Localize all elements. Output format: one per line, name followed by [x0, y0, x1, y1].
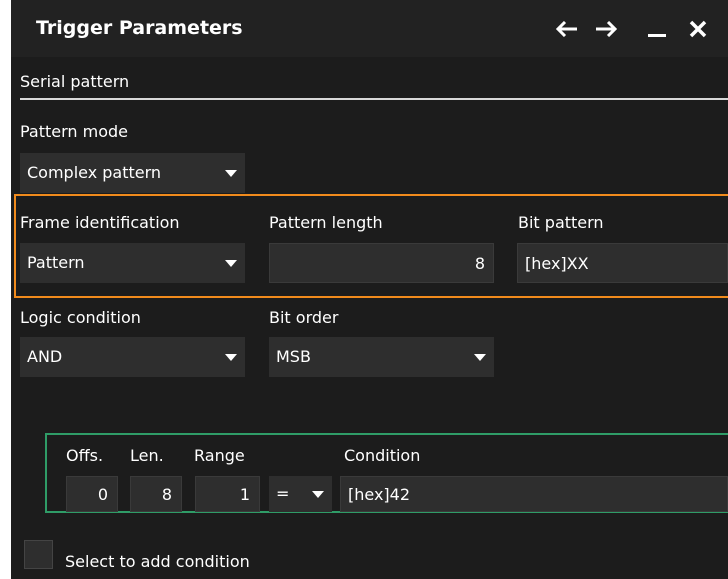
frame-identification-dropdown[interactable]: Pattern	[20, 243, 245, 283]
pattern-length-field[interactable]: 8	[269, 243, 494, 283]
chevron-down-icon	[225, 260, 237, 267]
bit-pattern-field[interactable]: [hex]XX	[517, 243, 728, 283]
len-field[interactable]: 8	[130, 476, 182, 512]
logic-condition-label: Logic condition	[20, 308, 141, 327]
logic-condition-value: AND	[27, 347, 63, 366]
bit-order-value: MSB	[276, 347, 311, 366]
title-bar[interactable]: Trigger Parameters	[11, 0, 728, 57]
offs-value: 0	[97, 485, 108, 504]
offs-field[interactable]: 0	[66, 476, 118, 512]
section-divider	[20, 98, 728, 100]
minimize-icon[interactable]	[642, 12, 672, 46]
range-field[interactable]: 1	[195, 476, 260, 512]
len-header: Len.	[130, 446, 164, 465]
pattern-mode-label: Pattern mode	[20, 122, 129, 141]
add-condition-label: Select to add condition	[65, 552, 250, 571]
pattern-mode-dropdown[interactable]: Complex pattern	[20, 153, 245, 193]
frame-identification-value: Pattern	[27, 253, 85, 272]
len-value: 8	[161, 485, 172, 504]
condition-field[interactable]: [hex]42	[340, 476, 728, 512]
back-arrow-icon[interactable]	[552, 12, 582, 46]
bit-order-label: Bit order	[269, 308, 339, 327]
range-value: 1	[239, 485, 250, 504]
add-condition-checkbox[interactable]	[24, 540, 53, 569]
section-heading: Serial pattern	[20, 72, 130, 91]
pattern-length-label: Pattern length	[269, 213, 383, 232]
bit-pattern-value: [hex]XX	[525, 254, 589, 273]
logic-condition-dropdown[interactable]: AND	[20, 337, 245, 377]
trigger-parameters-dialog: Trigger Parameters Serial pattern Patter…	[11, 0, 728, 579]
bit-order-dropdown[interactable]: MSB	[269, 337, 494, 377]
bit-pattern-label: Bit pattern	[518, 213, 604, 232]
frame-identification-label: Frame identification	[20, 213, 180, 232]
condition-value: [hex]42	[348, 485, 411, 504]
offs-header: Offs.	[66, 446, 104, 465]
chevron-down-icon	[474, 354, 486, 361]
chevron-down-icon	[225, 354, 237, 361]
operator-value: =	[276, 484, 290, 503]
operator-dropdown[interactable]: =	[269, 476, 332, 512]
chevron-down-icon	[225, 170, 237, 177]
range-header: Range	[194, 446, 245, 465]
condition-header: Condition	[344, 446, 421, 465]
close-icon[interactable]	[683, 12, 713, 46]
forward-arrow-icon[interactable]	[591, 12, 621, 46]
pattern-mode-value: Complex pattern	[27, 163, 162, 182]
chevron-down-icon	[312, 491, 324, 498]
dialog-title: Trigger Parameters	[36, 17, 243, 39]
pattern-length-value: 8	[474, 254, 485, 273]
